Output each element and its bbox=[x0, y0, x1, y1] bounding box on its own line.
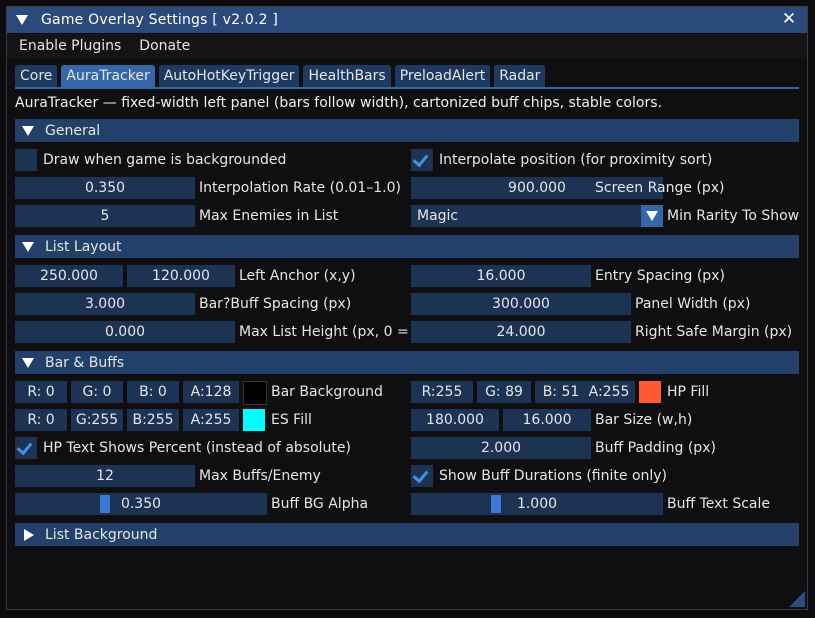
bar-size-label: Bar Size (w,h) bbox=[595, 412, 693, 428]
hp-fill-b-input[interactable]: B: 51 bbox=[535, 381, 587, 403]
slider-grab-handle[interactable] bbox=[100, 495, 110, 513]
max-buffs-label: Max Buffs/Enemy bbox=[199, 468, 321, 484]
bar-bg-r-input[interactable]: R: 0 bbox=[15, 381, 67, 403]
es-fill-b-input[interactable]: B:255 bbox=[127, 409, 179, 431]
tab-bar: Core AuraTracker AutoHotKeyTrigger Healt… bbox=[15, 65, 549, 87]
es-fill-a-input[interactable]: A:255 bbox=[183, 409, 239, 431]
show-durations-checkbox[interactable] bbox=[411, 465, 433, 487]
es-fill-label: ES Fill bbox=[271, 412, 312, 428]
tab-healthbars[interactable]: HealthBars bbox=[303, 65, 391, 87]
es-fill-color-swatch[interactable] bbox=[243, 409, 265, 431]
section-header-general[interactable]: General bbox=[15, 119, 799, 142]
tab-autohotkeytrigger[interactable]: AutoHotKeyTrigger bbox=[158, 65, 300, 87]
buff-text-scale-slider[interactable]: 1.000 bbox=[411, 493, 663, 515]
bar-buff-spacing-input[interactable]: 3.000 bbox=[15, 293, 195, 315]
es-fill-g-input[interactable]: G:255 bbox=[71, 409, 123, 431]
left-anchor-x-input[interactable]: 250.000 bbox=[15, 265, 123, 287]
min-rarity-select[interactable]: Magic bbox=[411, 205, 663, 227]
section-header-list-background[interactable]: List Background bbox=[15, 523, 799, 546]
menu-donate[interactable]: Donate bbox=[130, 38, 199, 54]
expanded-arrow-icon bbox=[22, 357, 34, 368]
entry-spacing-label: Entry Spacing (px) bbox=[595, 268, 725, 284]
title-bar[interactable]: Game Overlay Settings [ v2.0.2 ] ✕ bbox=[7, 7, 807, 33]
hp-text-percent-label: HP Text Shows Percent (instead of absolu… bbox=[43, 440, 351, 456]
tab-core[interactable]: Core bbox=[15, 65, 58, 87]
section-header-list-layout[interactable]: List Layout bbox=[15, 235, 799, 258]
interpolation-rate-input[interactable]: 0.350 bbox=[15, 177, 195, 199]
tab-preloadalert[interactable]: PreloadAlert bbox=[394, 65, 491, 87]
section-header-bar-buffs[interactable]: Bar & Buffs bbox=[15, 351, 799, 374]
es-fill-r-input[interactable]: R: 0 bbox=[15, 409, 67, 431]
bar-bg-g-input[interactable]: G: 0 bbox=[71, 381, 123, 403]
interpolation-rate-label: Interpolation Rate (0.01–1.0) bbox=[199, 180, 401, 196]
section-title: List Background bbox=[45, 526, 158, 543]
max-enemies-input[interactable]: 5 bbox=[15, 205, 195, 227]
buff-text-scale-label: Buff Text Scale bbox=[667, 496, 771, 512]
tab-auratracker[interactable]: AuraTracker bbox=[61, 65, 155, 87]
checkmark-icon bbox=[412, 466, 429, 484]
expanded-arrow-icon bbox=[22, 241, 34, 252]
close-icon[interactable]: ✕ bbox=[780, 10, 798, 28]
section-title: Bar & Buffs bbox=[45, 354, 125, 371]
hp-fill-a-input[interactable]: A:255 bbox=[583, 381, 635, 403]
chevron-down-icon bbox=[646, 211, 658, 221]
slider-grab-handle[interactable] bbox=[491, 495, 501, 513]
checkmark-icon bbox=[412, 150, 429, 168]
interpolate-position-label: Interpolate position (for proximity sort… bbox=[439, 152, 713, 168]
menu-enable-plugins[interactable]: Enable Plugins bbox=[10, 38, 130, 54]
checkmark-icon bbox=[16, 438, 33, 456]
section-title: List Layout bbox=[45, 238, 122, 255]
panel-width-input[interactable]: 300.000 bbox=[411, 293, 631, 315]
buff-padding-input[interactable]: 2.000 bbox=[411, 437, 591, 459]
hp-fill-g-input[interactable]: G: 89 bbox=[477, 381, 531, 403]
min-rarity-label: Min Rarity To Show bbox=[667, 208, 800, 224]
interpolate-position-checkbox[interactable] bbox=[411, 149, 433, 171]
bar-size-w-input[interactable]: 180.000 bbox=[411, 409, 499, 431]
dropdown-button[interactable] bbox=[641, 205, 663, 227]
collapse-arrow-icon[interactable] bbox=[16, 15, 28, 25]
bar-buff-spacing-label: Bar?Buff Spacing (px) bbox=[199, 296, 352, 312]
hp-fill-r-input[interactable]: R:255 bbox=[411, 381, 473, 403]
bar-size-h-input[interactable]: 16.000 bbox=[503, 409, 591, 431]
bar-bg-color-swatch[interactable] bbox=[243, 381, 267, 405]
max-list-height-input[interactable]: 0.000 bbox=[15, 321, 235, 343]
right-safe-margin-input[interactable]: 24.000 bbox=[411, 321, 631, 343]
draw-backgrounded-label: Draw when game is backgrounded bbox=[43, 152, 287, 168]
bar-bg-b-input[interactable]: B: 0 bbox=[127, 381, 179, 403]
collapsed-arrow-icon bbox=[24, 528, 34, 541]
left-anchor-label: Left Anchor (x,y) bbox=[239, 268, 356, 284]
panel-width-label: Panel Width (px) bbox=[635, 296, 751, 312]
right-safe-margin-label: Right Safe Margin (px) bbox=[635, 324, 793, 340]
max-buffs-input[interactable]: 12 bbox=[15, 465, 195, 487]
plugin-description: AuraTracker — fixed-width left panel (ba… bbox=[15, 95, 662, 111]
bar-background-label: Bar Background bbox=[271, 384, 383, 400]
menu-bar: Enable Plugins Donate bbox=[7, 34, 807, 58]
buff-bg-alpha-label: Buff BG Alpha bbox=[271, 496, 369, 512]
slider-value: 0.350 bbox=[120, 496, 162, 512]
left-anchor-y-input[interactable]: 120.000 bbox=[127, 265, 235, 287]
resize-grip-icon[interactable] bbox=[789, 591, 805, 607]
settings-window: Game Overlay Settings [ v2.0.2 ] ✕ Enabl… bbox=[6, 6, 808, 610]
entry-spacing-input[interactable]: 16.000 bbox=[411, 265, 591, 287]
buff-padding-label: Buff Padding (px) bbox=[595, 440, 716, 456]
expanded-arrow-icon bbox=[22, 125, 34, 136]
hp-fill-color-swatch[interactable] bbox=[639, 381, 661, 403]
hp-text-percent-checkbox[interactable] bbox=[15, 437, 37, 459]
max-list-height-label: Max List Height (px, 0 = o bbox=[239, 324, 409, 340]
draw-backgrounded-checkbox[interactable] bbox=[15, 149, 37, 171]
section-title: General bbox=[45, 122, 101, 139]
max-enemies-label: Max Enemies in List bbox=[199, 208, 339, 224]
hp-fill-label: HP Fill bbox=[667, 384, 710, 400]
buff-bg-alpha-slider[interactable]: 0.350 bbox=[15, 493, 267, 515]
slider-value: 1.000 bbox=[516, 496, 558, 512]
tab-radar[interactable]: Radar bbox=[494, 65, 546, 87]
show-durations-label: Show Buff Durations (finite only) bbox=[439, 468, 668, 484]
screen-range-label: Screen Range (px) bbox=[595, 180, 725, 196]
tab-underline bbox=[15, 87, 799, 89]
window-title: Game Overlay Settings [ v2.0.2 ] bbox=[41, 12, 279, 28]
bar-bg-a-input[interactable]: A:128 bbox=[183, 381, 239, 403]
